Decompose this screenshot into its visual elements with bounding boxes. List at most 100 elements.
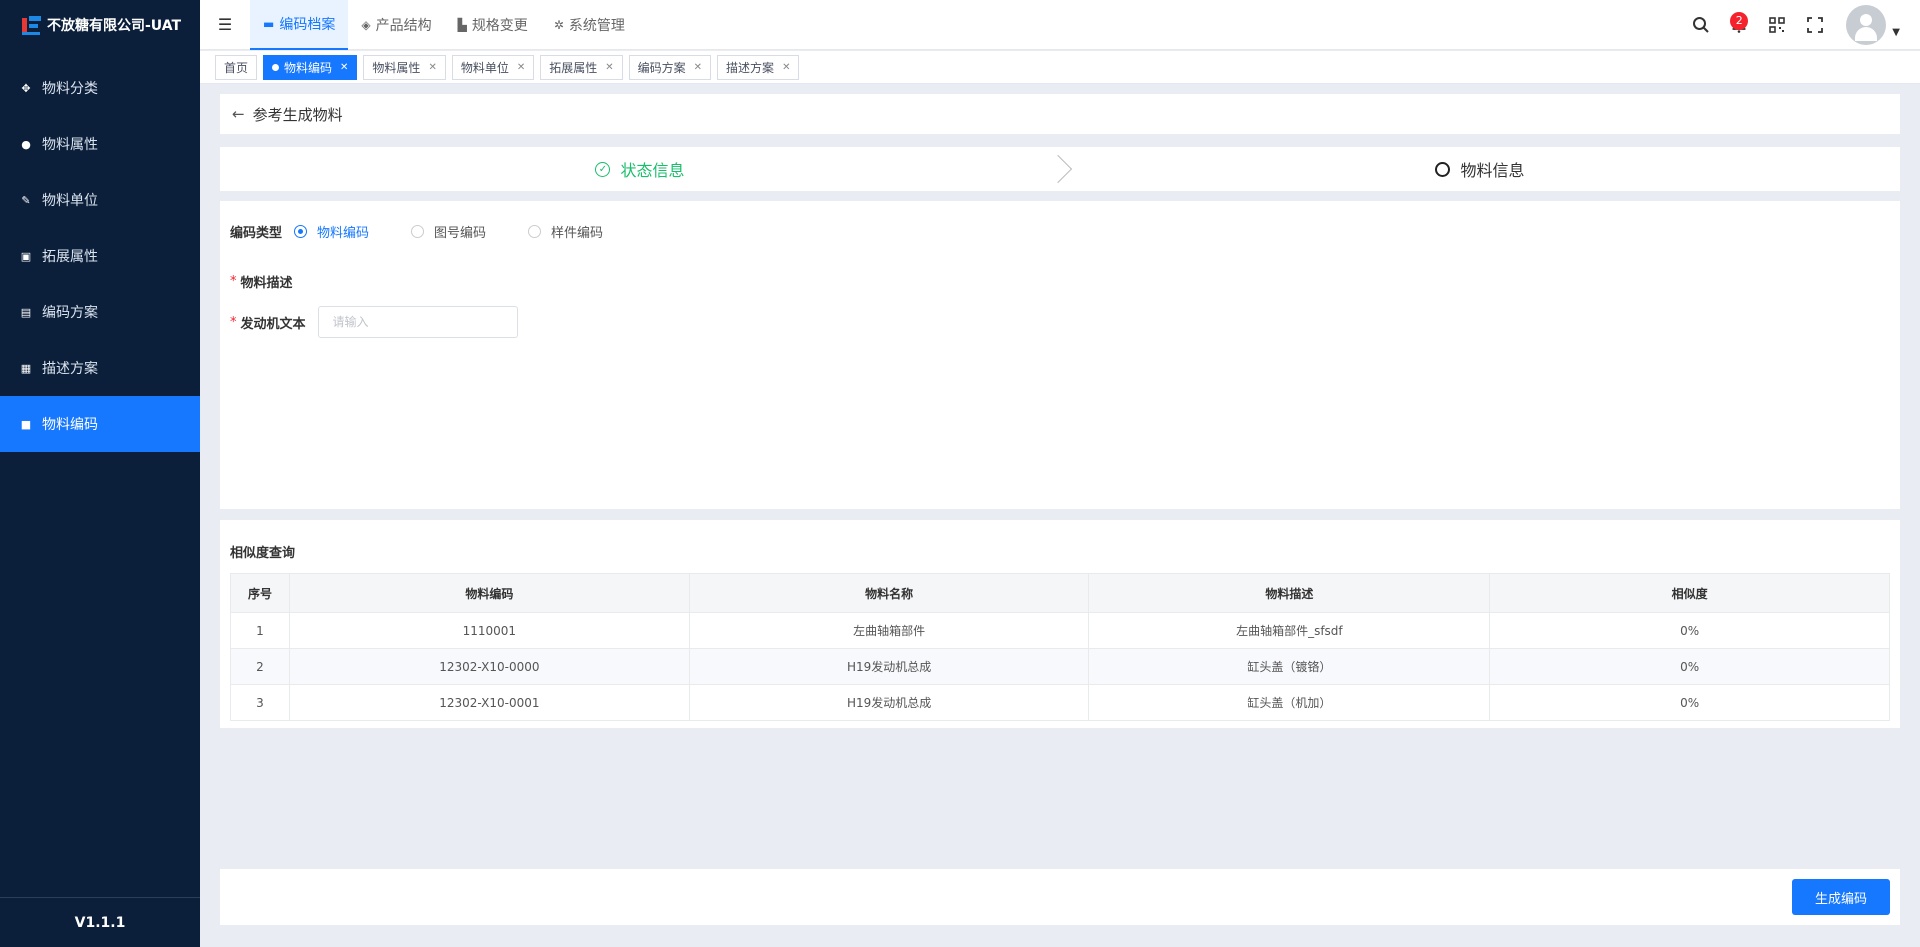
close-icon[interactable]: ✕ <box>694 62 702 73</box>
table-cell: 0% <box>1489 612 1890 649</box>
table-header-row: 序号 物料编码 物料名称 物料描述 相似度 <box>230 573 1890 613</box>
similarity-section: 相似度查询 序号 物料编码 物料名称 物料描述 相似度 1 1110001 左曲… <box>220 520 1900 728</box>
close-icon[interactable]: ✕ <box>340 62 348 73</box>
sidebar-item-material-code[interactable]: ■ 物料编码 <box>0 396 200 452</box>
back-arrow-icon[interactable]: ← <box>232 105 245 123</box>
header-actions: 2 ▼ <box>1682 0 1900 50</box>
tag-label: 物料单位 <box>460 60 509 75</box>
table-cell: 缸头盖（机加） <box>1088 684 1491 721</box>
sidebar-item-material-attribute[interactable]: ● 物料属性 <box>0 116 200 172</box>
app-title: 不放糖有限公司-UAT <box>47 18 182 34</box>
sidebar-item-coding-scheme[interactable]: ▤ 编码方案 <box>0 284 200 340</box>
top-nav-item-spec-change[interactable]: ▙ 规格变更 <box>445 0 541 50</box>
sidebar-item-label: 物料单位 <box>42 193 98 209</box>
sidebar-item-material-unit[interactable]: ✎ 物料单位 <box>0 172 200 228</box>
sidebar-item-extended-attribute[interactable]: ▣ 拓展属性 <box>0 228 200 284</box>
radio-material-code[interactable]: 物料编码 <box>294 222 369 241</box>
radio-button[interactable] <box>294 224 308 238</box>
close-icon[interactable]: ✕ <box>517 62 525 73</box>
tag-coding-scheme[interactable]: 编码方案 ✕ <box>628 54 712 80</box>
generate-code-button[interactable]: 生成编码 <box>1792 879 1890 915</box>
tag-label: 首页 <box>224 60 249 75</box>
sidebar-menu: ✥ 物料分类 ● 物料属性 ✎ 物料单位 ▣ 拓展属性 ▤ 编码方案 ▦ 描述方… <box>0 60 200 452</box>
note-icon: ■ <box>20 417 32 431</box>
gear-icon: ✲ <box>553 17 564 32</box>
column-header: 物料编码 <box>288 573 690 613</box>
table-cell: 0% <box>1489 648 1890 685</box>
logo[interactable]: 不放糖有限公司-UAT <box>0 0 200 50</box>
version-label: V1.1.1 <box>0 897 200 947</box>
material-desc-row: * 物料描述 <box>230 271 1890 291</box>
radio-label: 样件编码 <box>551 225 604 241</box>
info-icon: ● <box>21 137 31 151</box>
layers-icon: ◈ <box>361 17 371 32</box>
table-cell: 3 <box>230 684 290 721</box>
top-nav-label: 规格变更 <box>471 17 528 34</box>
sidebar-item-material-category[interactable]: ✥ 物料分类 <box>0 60 200 116</box>
top-nav-item-system-management[interactable]: ✲ 系统管理 <box>541 0 638 50</box>
tag-material-code[interactable]: 物料编码 ✕ <box>263 54 358 80</box>
bell-icon[interactable]: 2 <box>1720 6 1758 44</box>
sidebar-item-label: 物料分类 <box>42 81 98 97</box>
avatar[interactable] <box>1846 5 1887 45</box>
table-row[interactable]: 3 12302-X10-0001 H19发动机总成 缸头盖（机加） 0% <box>230 684 1890 721</box>
footer-actions: 生成编码 <box>220 869 1900 925</box>
radio-button[interactable] <box>411 224 425 238</box>
radio-button[interactable] <box>528 224 542 238</box>
chart-icon: ▙ <box>457 17 467 32</box>
radio-sample-code[interactable]: 样件编码 <box>528 222 603 241</box>
section-title: 相似度查询 <box>230 546 296 561</box>
tag-material-attribute[interactable]: 物料属性 ✕ <box>363 54 446 80</box>
table-row[interactable]: 2 12302-X10-0000 H19发动机总成 缸头盖（镀铬） 0% <box>230 648 1890 685</box>
table-cell: 1 <box>230 612 290 649</box>
tags-view: 首页 物料编码 ✕ 物料属性 ✕ 物料单位 ✕ 拓展属性 ✕ 编码方案 ✕ 描述方案 ✕ <box>200 51 1920 84</box>
table-row[interactable]: 1 1110001 左曲轴箱部件 左曲轴箱部件_sfsdf 0% <box>230 612 1890 649</box>
tag-label: 拓展属性 <box>549 60 598 75</box>
column-header: 物料描述 <box>1088 573 1491 613</box>
table-cell: 12302-X10-0000 <box>288 648 690 685</box>
step-material-info: 物料信息 <box>1060 157 1900 181</box>
top-nav-item-product-structure[interactable]: ◈ 产品结构 <box>348 0 444 50</box>
code-type-row: 编码类型 物料编码 图号编码 样件编码 <box>230 221 1890 241</box>
close-icon[interactable]: ✕ <box>782 62 790 73</box>
tag-home[interactable]: 首页 <box>215 54 258 80</box>
tag-material-unit[interactable]: 物料单位 ✕ <box>451 54 535 80</box>
tag-label: 描述方案 <box>726 60 775 75</box>
book-icon: ▤ <box>20 305 32 319</box>
table-cell: 0% <box>1489 684 1890 721</box>
sidebar-item-description-scheme[interactable]: ▦ 描述方案 <box>0 340 200 396</box>
sidebar-item-label: 描述方案 <box>42 361 98 377</box>
engine-text-input[interactable] <box>317 306 518 338</box>
search-icon[interactable] <box>1682 6 1720 44</box>
tag-description-scheme[interactable]: 描述方案 ✕ <box>717 54 800 80</box>
top-nav-label: 系统管理 <box>568 17 625 34</box>
steps: ✓ 状态信息 物料信息 <box>220 147 1900 191</box>
step-label: 状态信息 <box>620 161 685 180</box>
sidebar-item-label: 物料编码 <box>42 417 98 433</box>
code-type-label: 编码类型 <box>230 225 283 241</box>
collapse-menu-icon[interactable]: ☰ <box>200 0 250 50</box>
engine-text-label: 发动机文本 <box>240 316 306 332</box>
table-cell: 12302-X10-0001 <box>288 684 690 721</box>
top-nav: ▬ 编码档案 ◈ 产品结构 ▙ 规格变更 ✲ 系统管理 <box>250 0 638 50</box>
top-nav-label: 编码档案 <box>279 16 336 33</box>
step-status-info: ✓ 状态信息 <box>220 157 1060 181</box>
page-title: 参考生成物料 <box>252 105 343 124</box>
fullscreen-icon[interactable] <box>1796 6 1834 44</box>
qrcode-icon[interactable] <box>1758 6 1796 44</box>
radio-drawing-code[interactable]: 图号编码 <box>411 222 486 241</box>
radio-label: 物料编码 <box>317 225 370 241</box>
circle-icon <box>1435 161 1451 177</box>
sidebar-item-label: 编码方案 <box>42 305 98 321</box>
material-desc-label: 物料描述 <box>240 275 293 291</box>
tag-extended-attribute[interactable]: 拓展属性 ✕ <box>540 54 623 80</box>
close-icon[interactable]: ✕ <box>605 62 613 73</box>
close-icon[interactable]: ✕ <box>428 62 436 73</box>
doc-icon: ▦ <box>20 361 32 375</box>
top-nav-item-coding-archive[interactable]: ▬ 编码档案 <box>250 0 349 50</box>
top-nav-label: 产品结构 <box>375 17 432 34</box>
table-cell: 1110001 <box>288 612 690 649</box>
grid-icon: ✥ <box>21 81 31 95</box>
chevron-down-icon[interactable]: ▼ <box>1892 27 1900 38</box>
puzzle-icon: ▣ <box>20 249 32 263</box>
